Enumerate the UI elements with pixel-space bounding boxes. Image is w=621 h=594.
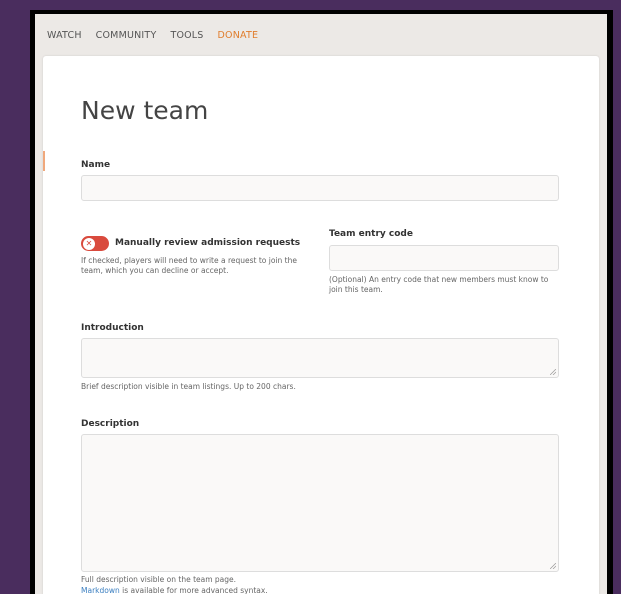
resize-handle-icon[interactable] (550, 369, 556, 375)
nav-watch[interactable]: WATCH (47, 30, 82, 41)
manual-review-label: Manually review admission requests (115, 238, 301, 248)
nav-donate[interactable]: DONATE (218, 30, 259, 41)
introduction-help: Brief description visible in team listin… (81, 382, 296, 391)
manual-review-help: If checked, players will need to write a… (81, 256, 297, 275)
close-icon: ✕ (83, 237, 95, 250)
introduction-label: Introduction (81, 323, 144, 333)
nav-tools[interactable]: TOOLS (170, 30, 203, 41)
description-help: Full description visible on the team pag… (81, 575, 237, 584)
form-card: New team Name ✕ Manually review admissio… (43, 56, 599, 594)
description-textarea[interactable] (81, 434, 559, 572)
markdown-note-text: is available for more advanced syntax. (119, 586, 268, 594)
entry-code-input[interactable] (329, 245, 559, 271)
name-input[interactable] (81, 175, 559, 201)
browser-window: WATCH COMMUNITY TOOLS DONATE New team Na… (30, 10, 613, 594)
manual-review-toggle[interactable]: ✕ (81, 236, 109, 251)
page: WATCH COMMUNITY TOOLS DONATE New team Na… (35, 14, 607, 594)
entry-code-help: (Optional) An entry code that new member… (329, 275, 549, 294)
nav-community[interactable]: COMMUNITY (96, 30, 157, 41)
description-label: Description (81, 419, 140, 429)
resize-handle-icon[interactable] (550, 563, 556, 569)
name-label: Name (81, 160, 111, 170)
accent-marker (43, 151, 45, 171)
markdown-note: Markdown is available for more advanced … (81, 586, 268, 594)
page-title: New team (81, 96, 209, 125)
entry-code-label: Team entry code (329, 229, 413, 239)
top-navigation: WATCH COMMUNITY TOOLS DONATE (35, 14, 607, 56)
markdown-link[interactable]: Markdown (81, 586, 120, 594)
introduction-textarea[interactable] (81, 338, 559, 378)
